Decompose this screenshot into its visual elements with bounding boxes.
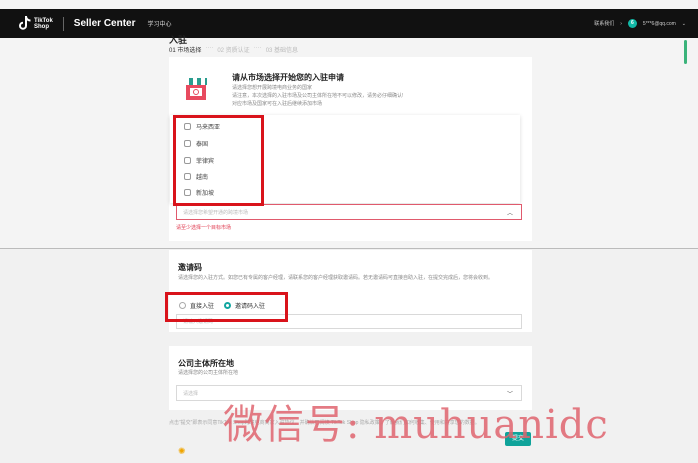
invite-title: 邀请码 <box>178 263 202 272</box>
header-right: 联系我们 › 6 5***6@qq.com ⌄ <box>594 9 686 38</box>
logo-text-line2: Shop <box>34 23 49 30</box>
intro-title: 请从市场选择开始您的入驻申请 <box>232 73 344 82</box>
tiktok-logo-icon <box>19 16 31 30</box>
step-3: 03 基础信息 <box>265 48 299 54</box>
step-indicator: 01 市场选择 ···· 02 资质认证 ···· 03 基础信息 <box>169 45 298 54</box>
store-icon <box>185 78 207 100</box>
market-select-placeholder: 请选择您希望开通的跨境市场 <box>183 209 249 216</box>
invite-description: 请选择您的入驻方式。如您已有专属的客户经理，请联系您的客户经理获取邀请码。若无邀… <box>178 275 494 281</box>
contact-link[interactable]: 联系我们 <box>594 20 614 27</box>
chevron-down-icon[interactable]: ⌄ <box>682 21 686 27</box>
company-title: 公司主体所在地 <box>178 359 234 368</box>
tiktok-shop-logo[interactable]: TikTok Shop <box>18 16 53 31</box>
intro-line-2: 请注意，本次选择的入驻市场及公司主体所在地不可以修改，请务必仔细确认! <box>232 93 404 99</box>
chevron-up-icon: ︿ <box>506 210 513 217</box>
market-error-text: 请至少选择一个目标市场 <box>176 225 232 231</box>
sun-icon: ✺ <box>178 446 186 456</box>
seller-center-title[interactable]: Seller Center <box>74 18 136 29</box>
intro-line-1: 请选择您想开展跨境电商业务的国家 <box>232 85 313 91</box>
market-select[interactable]: 请选择您希望开通的跨境市场 ︿ <box>176 204 522 220</box>
top-navigation-bar: TikTok Shop Seller Center 学习中心 联系我们 › 6 … <box>0 9 698 38</box>
highlight-box-markets <box>173 115 264 206</box>
logo-text: TikTok Shop <box>34 18 53 30</box>
step-2: 02 资质认证 <box>217 48 250 54</box>
logo-text-line1: TikTok <box>34 17 53 24</box>
company-description: 请选择您的公司主体所在地 <box>178 370 239 376</box>
chevron-right-icon: › <box>620 20 622 27</box>
avatar[interactable]: 6 <box>627 19 637 28</box>
account-email[interactable]: 5***6@qq.com <box>643 21 676 27</box>
watermark-text: 微信号: muhuanidc <box>223 402 609 448</box>
nav-learning-center[interactable]: 学习中心 <box>148 19 172 28</box>
intro-line-3: 对应市场及国家可在入驻后继续添加市场 <box>232 101 323 107</box>
step-separator: ···· <box>205 45 214 51</box>
highlight-box-invite <box>165 292 288 322</box>
step-separator: ···· <box>253 45 262 51</box>
header-divider <box>62 16 64 31</box>
scrollbar[interactable] <box>684 40 687 64</box>
step-1: 01 市场选择 <box>169 48 202 54</box>
company-location-placeholder: 请选择 <box>183 390 199 397</box>
